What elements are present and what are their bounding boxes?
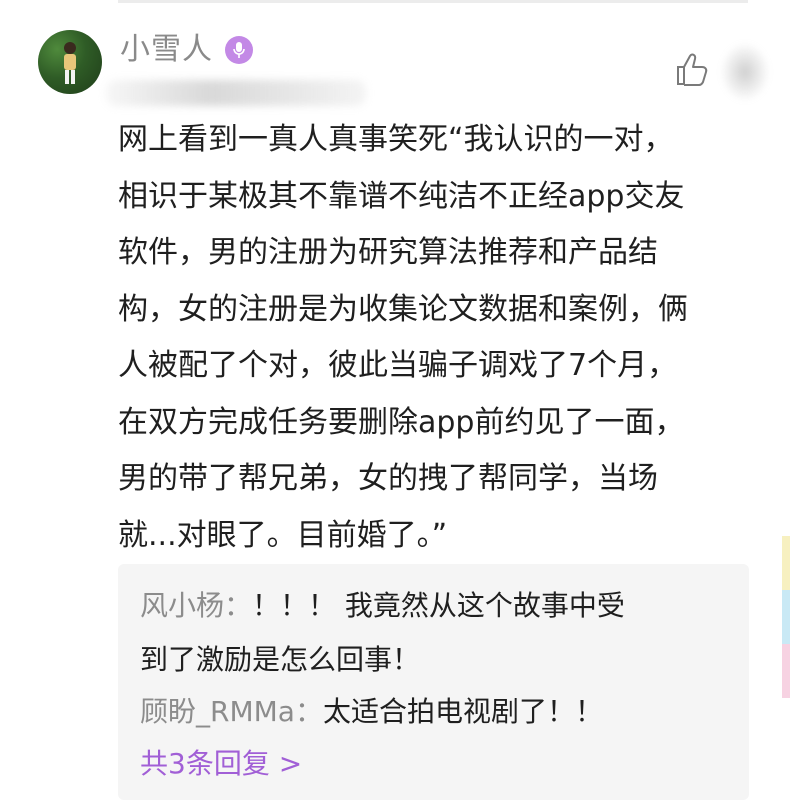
username[interactable]: 小雪人 bbox=[120, 30, 213, 70]
reply-item-continued: 到了激励是怎么回事！ bbox=[140, 640, 420, 680]
comment-line: 男的带了帮兄弟，女的拽了帮同学，当场 bbox=[118, 461, 658, 496]
blurred-metadata bbox=[106, 80, 366, 106]
comment-line: 软件，男的注册为研究算法推荐和产品结 bbox=[118, 235, 658, 270]
blurred-scribble bbox=[720, 42, 770, 102]
reply-text: ！！！ 我竟然从这个故事中受 bbox=[252, 589, 625, 622]
comment-line: 人被配了个对，彼此当骗子调戏了7个月， bbox=[118, 348, 678, 383]
comment-line: 网上看到一真人真事笑死“我认识的一对， bbox=[118, 122, 674, 157]
thumbs-up-icon bbox=[677, 53, 708, 86]
side-strip-yellow bbox=[782, 536, 790, 590]
more-replies-link[interactable]: 共3条回复 > bbox=[140, 744, 302, 784]
microphone-icon bbox=[225, 36, 253, 64]
like-button[interactable] bbox=[672, 50, 712, 90]
reply-item[interactable]: 风小杨：！！！ 我竟然从这个故事中受 bbox=[140, 586, 625, 626]
reply-text: 太适合拍电视剧了！！ bbox=[322, 695, 603, 728]
side-strip-blue bbox=[782, 590, 790, 644]
comment-text: 网上看到一真人真事笑死“我认识的一对， 相识于某极其不靠谱不纯洁不正经app交友… bbox=[118, 112, 758, 564]
user-avatar[interactable] bbox=[38, 30, 102, 94]
reply-username[interactable]: 风小杨 bbox=[140, 589, 224, 622]
avatar-person-icon bbox=[64, 42, 76, 84]
reply-username[interactable]: 顾盼_RMMa bbox=[140, 695, 295, 728]
reply-item[interactable]: 顾盼_RMMa：太适合拍电视剧了！！ bbox=[140, 692, 603, 732]
reply-separator: ： bbox=[224, 589, 253, 622]
reply-box: 风小杨：！！！ 我竟然从这个故事中受 到了激励是怎么回事！ 顾盼_RMMa：太适… bbox=[118, 564, 749, 800]
comment-line: 构，女的注册是为收集论文数据和案例，俩 bbox=[118, 291, 688, 327]
comment-line: 就...对眼了。目前婚了。” bbox=[118, 517, 448, 553]
top-divider bbox=[118, 0, 748, 3]
reply-separator: ： bbox=[294, 695, 323, 728]
reply-text: 到了激励是怎么回事！ bbox=[140, 643, 421, 676]
comment-line: 在双方完成任务要删除app前约见了一面， bbox=[118, 404, 685, 440]
comment-line: 相识于某极其不靠谱不纯洁不正经app交友 bbox=[118, 178, 685, 214]
side-strip-pink bbox=[782, 644, 790, 698]
